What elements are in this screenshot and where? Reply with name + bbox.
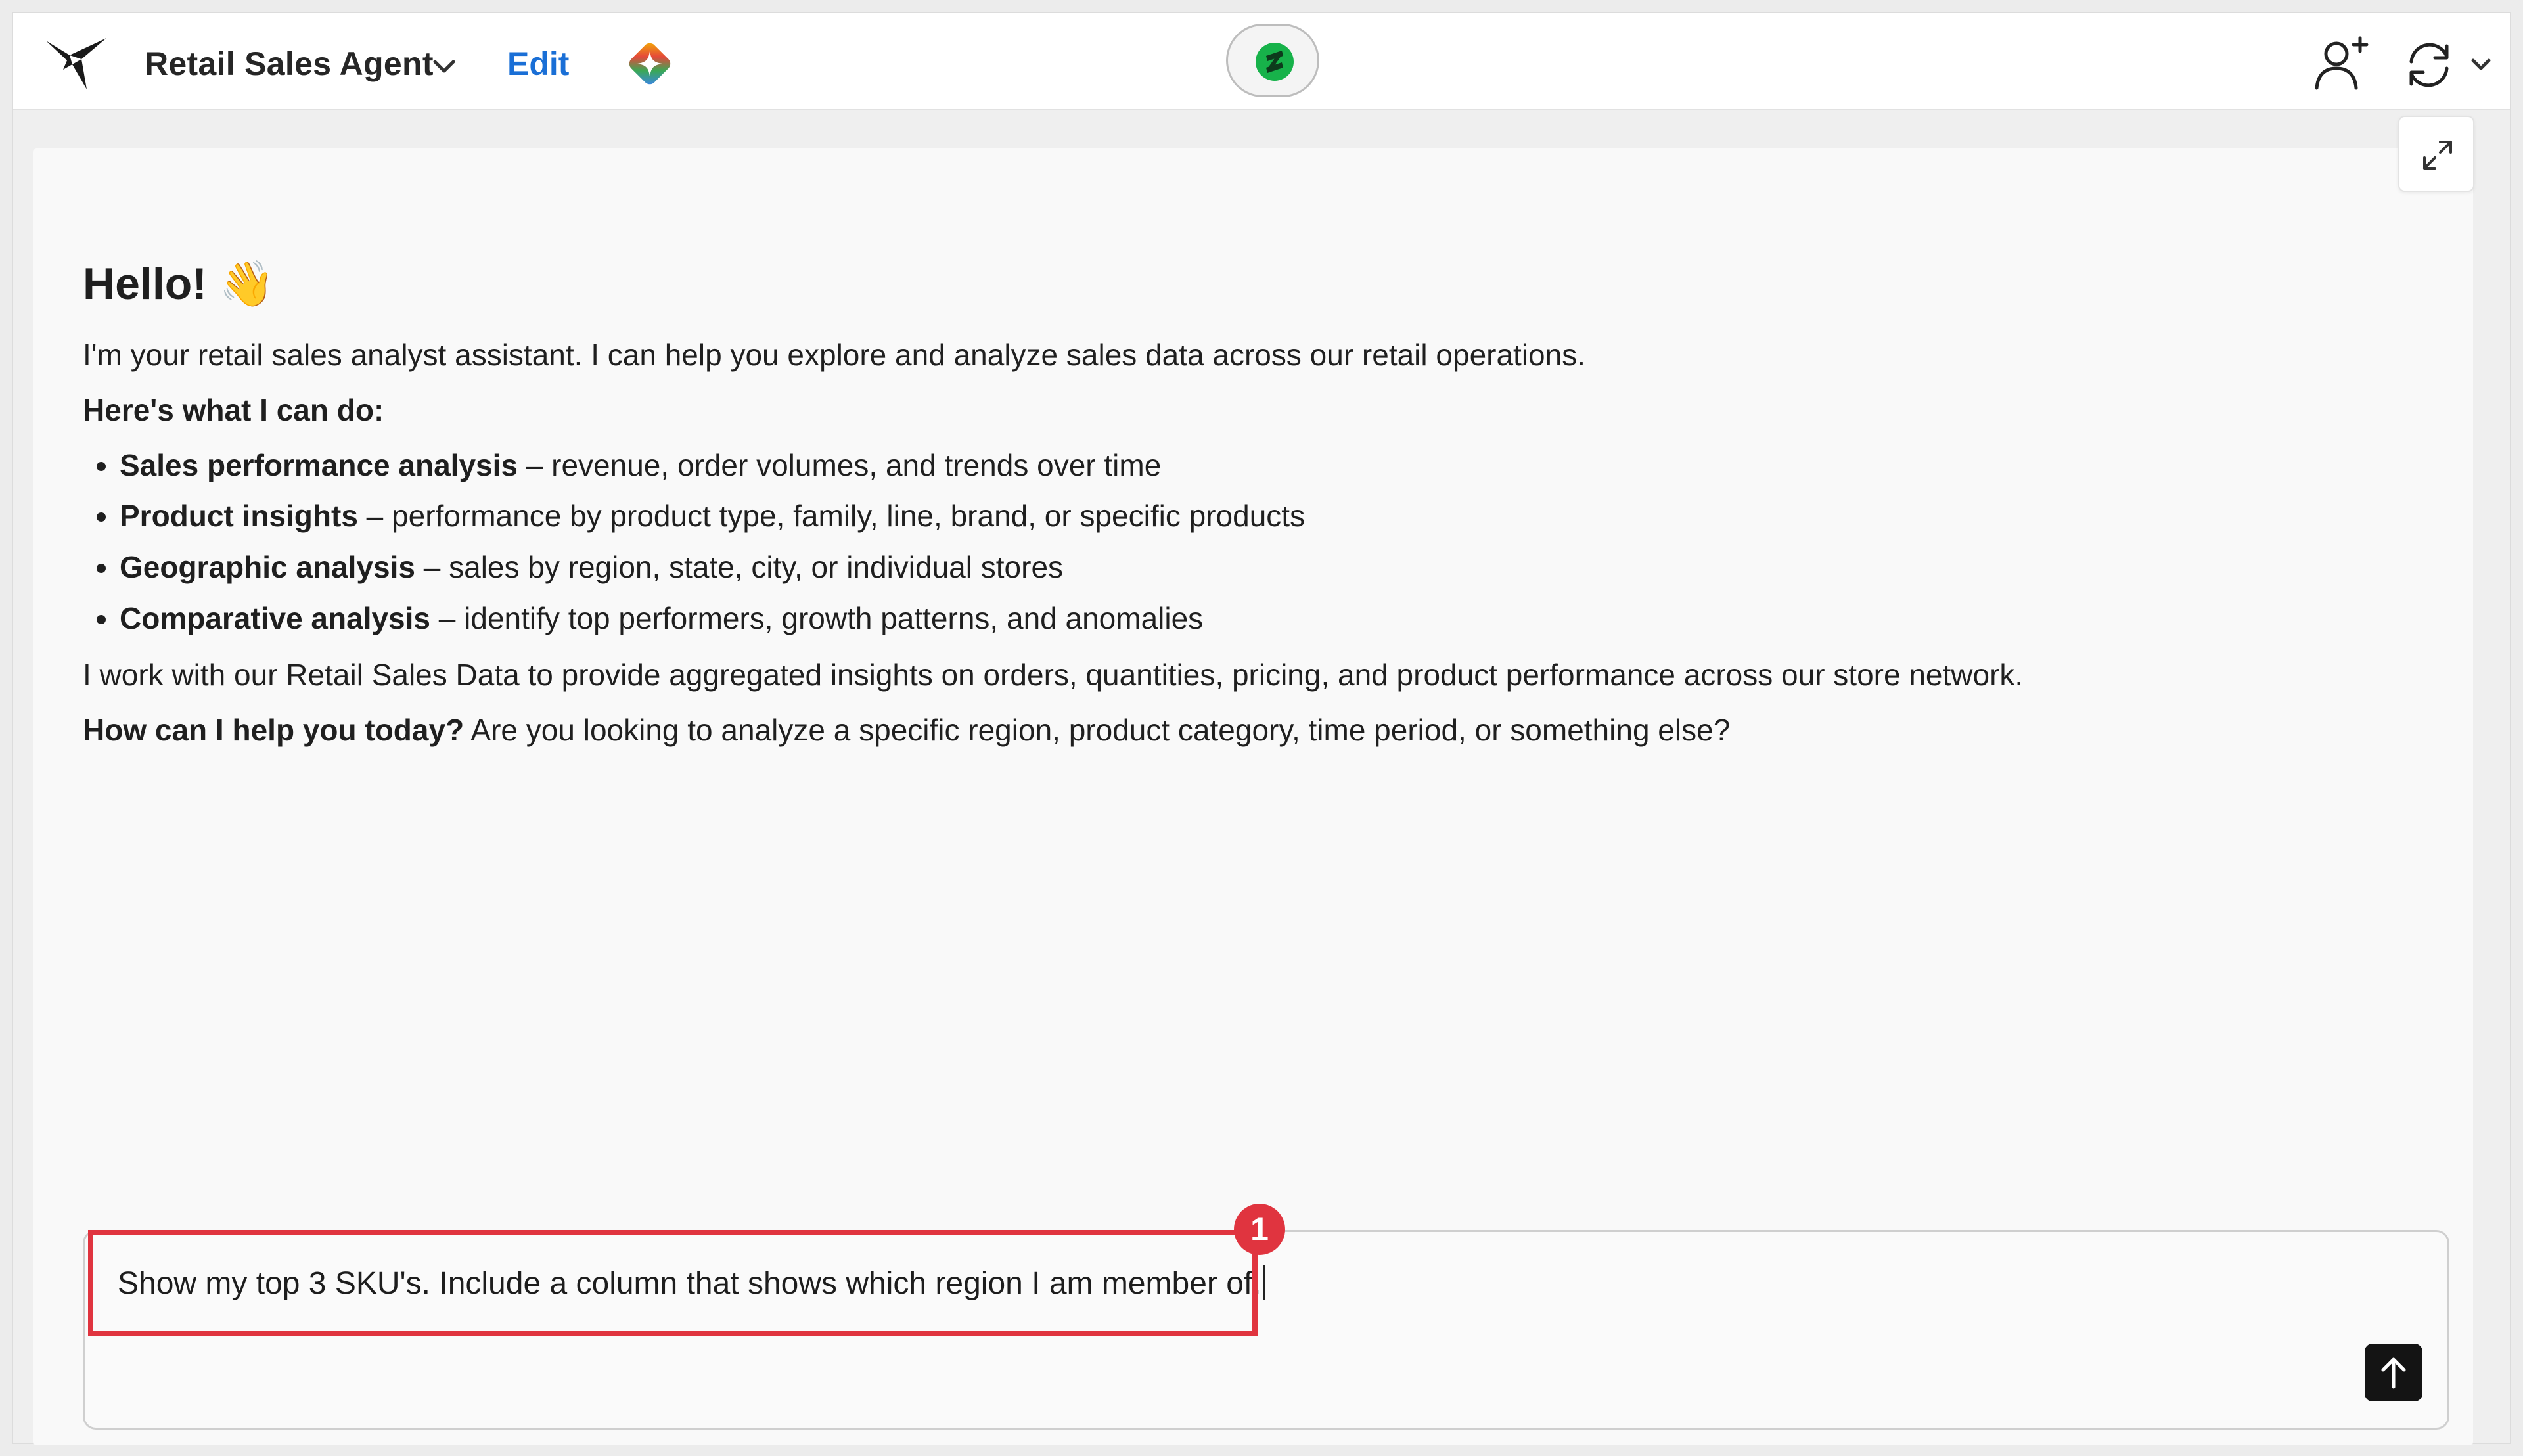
capability-title: Geographic analysis	[120, 550, 415, 585]
annotation-highlight	[88, 1230, 1258, 1336]
refresh-icon[interactable]	[2401, 37, 2457, 93]
top-bar: Retail Sales Agent Edit	[13, 13, 2510, 110]
sparkle-diamond-icon[interactable]	[624, 38, 675, 89]
send-button[interactable]	[2365, 1344, 2422, 1401]
closing-question: How can I help you today?	[83, 712, 465, 747]
user-plus-icon[interactable]	[2311, 33, 2372, 93]
bird-logo-icon[interactable]	[43, 35, 109, 92]
capability-desc: – revenue, order volumes, and trends ove…	[518, 447, 1162, 482]
expand-button[interactable]	[2398, 116, 2474, 192]
chevron-down-icon[interactable]	[431, 58, 457, 75]
edit-link[interactable]: Edit	[507, 45, 569, 83]
capability-title: Comparative analysis	[120, 601, 431, 635]
data-note-text: I work with our Retail Sales Data to pro…	[83, 657, 2024, 692]
arrow-up-icon	[2381, 1357, 2406, 1389]
list-item: Product insights – performance by produc…	[120, 497, 2251, 536]
list-item: Sales performance analysis – revenue, or…	[120, 446, 2251, 486]
capabilities-heading: Here's what I can do:	[83, 392, 384, 427]
capability-title: Product insights	[120, 499, 358, 534]
list-item: Comparative analysis – identify top perf…	[120, 599, 2251, 639]
step-badge: 1	[1234, 1204, 1285, 1255]
app-window: Retail Sales Agent Edit Hello! 👋 I'm you…	[12, 12, 2511, 1445]
list-item: Geographic analysis – sales by region, s…	[120, 548, 2251, 587]
capability-desc: – performance by product type, family, l…	[357, 499, 1306, 534]
text-cursor	[1262, 1265, 1265, 1300]
brand-badge-button[interactable]	[1226, 24, 1319, 97]
intro-text: I'm your retail sales analyst assistant.…	[83, 338, 1585, 372]
greeting-heading: Hello! 👋	[83, 259, 275, 309]
capabilities-list: Sales performance analysis – revenue, or…	[83, 446, 2251, 639]
closing-text: How can I help you today? Are you lookin…	[83, 711, 2251, 750]
assistant-message: Hello! 👋 I'm your retail sales analyst a…	[83, 256, 2251, 765]
capability-desc: – identify top performers, growth patter…	[430, 601, 1204, 635]
capability-desc: – sales by region, state, city, or indiv…	[415, 550, 1064, 585]
brand-badge-icon	[1256, 43, 1294, 81]
agent-name[interactable]: Retail Sales Agent	[145, 45, 434, 83]
chevron-down-icon[interactable]	[2469, 55, 2493, 74]
closing-rest: Are you looking to analyze a specific re…	[464, 712, 1731, 747]
expand-icon	[2423, 141, 2452, 170]
capability-title: Sales performance analysis	[120, 447, 518, 482]
